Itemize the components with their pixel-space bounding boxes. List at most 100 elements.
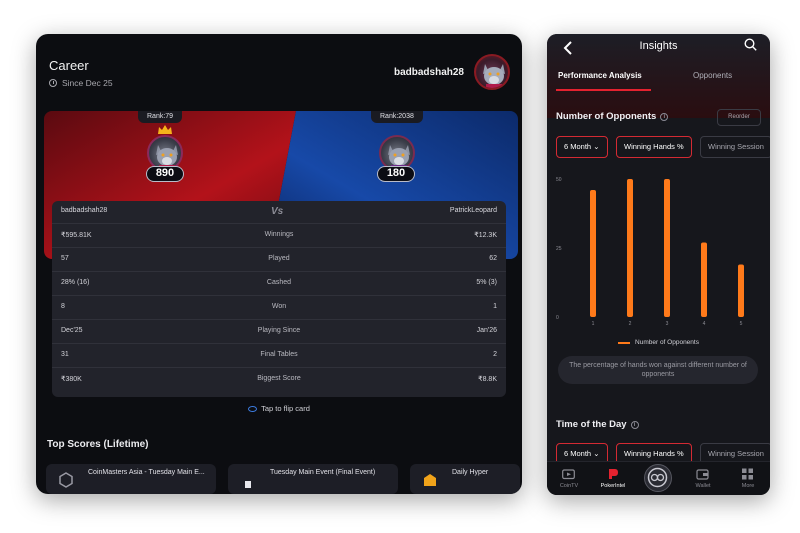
top-score-card[interactable]: Tuesday Main Event (Final Event) bbox=[228, 464, 398, 494]
tab-opponents[interactable]: Opponents bbox=[693, 71, 732, 80]
stat-label: Playing Since bbox=[257, 327, 301, 334]
top-score-card[interactable]: Daily Hyper bbox=[410, 464, 520, 494]
flip-label: Tap to flip card bbox=[261, 404, 310, 413]
career-panel: Career Since Dec 25 badbadshah28 Rank:79… bbox=[36, 34, 522, 494]
chevron-down-icon: ⌄ bbox=[593, 142, 600, 151]
stat-right-value: 5% (3) bbox=[476, 279, 497, 286]
page-title: Career bbox=[49, 58, 89, 73]
filter-winning-hands[interactable]: Winning Hands % bbox=[616, 136, 692, 158]
stat-right-value: 62 bbox=[489, 255, 497, 262]
top-score-title: Daily Hyper bbox=[452, 469, 489, 476]
filter-label: Winning Hands % bbox=[624, 142, 684, 151]
table-row: 8 Won 1 bbox=[52, 295, 506, 319]
filter-winning-session[interactable]: Winning Session bbox=[700, 136, 770, 158]
score-right: 180 bbox=[377, 166, 415, 182]
vs-mark: Vs bbox=[271, 206, 284, 217]
stats-table: badbadshah28 Vs PatrickLeopard ₹595.81K … bbox=[52, 201, 506, 397]
wolf-avatar-icon bbox=[483, 64, 505, 88]
x-tick-label: 3 bbox=[666, 321, 669, 327]
nav-label: More bbox=[741, 483, 755, 489]
legend-swatch bbox=[618, 341, 631, 344]
stat-label: Cashed bbox=[266, 279, 292, 286]
chart-bar bbox=[664, 179, 670, 317]
bar-chart: 50 25 0 1 2 3 4 5 bbox=[556, 177, 744, 327]
gold-badge-icon bbox=[424, 474, 436, 486]
stats-header: badbadshah28 Vs PatrickLeopard bbox=[52, 201, 506, 223]
filter-label: Winning Hands % bbox=[624, 449, 684, 458]
tab-performance-analysis[interactable]: Performance Analysis bbox=[558, 71, 642, 80]
period-label: 6 Month bbox=[564, 142, 592, 151]
section-title-top-scores: Top Scores (Lifetime) bbox=[47, 439, 149, 450]
page-title: Insights bbox=[639, 40, 678, 52]
stat-right-value: ₹12.3K bbox=[474, 232, 497, 239]
stat-right-value: 1 bbox=[493, 303, 497, 310]
reorder-label: Reorder bbox=[728, 114, 750, 120]
reorder-button[interactable]: Reorder bbox=[717, 109, 761, 126]
bottom-nav: CoinTV PokerIntel Wallet More bbox=[547, 461, 770, 495]
y-tick-label: 25 bbox=[556, 246, 562, 252]
active-tab-indicator bbox=[556, 89, 651, 91]
grid-icon bbox=[742, 468, 753, 480]
flip-card-button[interactable]: Tap to flip card bbox=[36, 404, 522, 413]
pokerintel-icon bbox=[609, 469, 618, 479]
nav-item-more[interactable]: More bbox=[726, 462, 770, 495]
stat-right-value: 2 bbox=[493, 351, 497, 358]
legend-label: Number of Opponents bbox=[635, 339, 699, 346]
section-title-text: Number of Opponents bbox=[556, 111, 657, 122]
info-icon[interactable]: i bbox=[660, 112, 669, 121]
stat-label: Winnings bbox=[264, 231, 294, 238]
section-title-time-of-day: Time of the Day i bbox=[556, 419, 639, 430]
stat-right-value: Jan'26 bbox=[476, 327, 497, 334]
top-score-title: CoinMasters Asia - Tuesday Main E... bbox=[88, 469, 205, 476]
x-tick-label: 1 bbox=[592, 321, 595, 327]
stat-right-value: ₹8.8K bbox=[478, 376, 497, 383]
period-label: 6 Month bbox=[564, 449, 592, 458]
chevron-down-icon: ⌄ bbox=[593, 449, 600, 458]
stat-label: Won bbox=[271, 303, 287, 310]
player-name-right: PatrickLeopard bbox=[449, 207, 497, 214]
table-row: 31 Final Tables 2 bbox=[52, 343, 506, 367]
table-row: 57 Played 62 bbox=[52, 247, 506, 271]
chart-note: The percentage of hands won against diff… bbox=[558, 356, 758, 384]
career-header: Career Since Dec 25 badbadshah28 bbox=[36, 34, 522, 110]
nav-item-cointv[interactable]: CoinTV bbox=[547, 462, 591, 495]
search-icon[interactable] bbox=[744, 38, 757, 51]
flip-icon bbox=[248, 405, 258, 412]
nav-label: CoinTV bbox=[559, 483, 579, 489]
center-logo-icon bbox=[647, 467, 668, 488]
chart-bar bbox=[627, 179, 633, 317]
rank-badge-left: Rank:79 bbox=[138, 111, 183, 123]
rank-badge-right: Rank:2038 bbox=[371, 111, 423, 123]
tv-icon bbox=[562, 469, 575, 480]
insights-panel: Insights Performance Analysis Opponents … bbox=[547, 34, 770, 495]
y-tick-label: 0 bbox=[556, 315, 559, 321]
filter-label: Winning Session bbox=[708, 142, 764, 151]
nav-label: Wallet bbox=[695, 483, 711, 489]
nav-item-pokerintel[interactable]: PokerIntel bbox=[591, 462, 635, 495]
center-logo-button[interactable] bbox=[644, 464, 672, 492]
filter-label: Winning Session bbox=[708, 449, 764, 458]
y-tick-label: 50 bbox=[556, 177, 562, 183]
stat-label: Final Tables bbox=[260, 351, 298, 358]
chart-bar bbox=[590, 190, 596, 317]
nav-item-wallet[interactable]: Wallet bbox=[681, 462, 725, 495]
table-row: 28% (16) Cashed 5% (3) bbox=[52, 271, 506, 295]
table-row: Dec'25 Playing Since Jan'26 bbox=[52, 319, 506, 343]
chart-bar bbox=[738, 264, 744, 317]
since-row: Since Dec 25 bbox=[49, 78, 113, 88]
clock-icon bbox=[49, 79, 57, 87]
chart-legend: Number of Opponents bbox=[547, 339, 770, 346]
x-tick-label: 4 bbox=[703, 321, 706, 327]
score-left: 890 bbox=[146, 166, 184, 182]
section-title-text: Time of the Day bbox=[556, 419, 627, 430]
since-text: Since Dec 25 bbox=[62, 78, 113, 88]
nav-label: PokerIntel bbox=[600, 483, 626, 489]
period-dropdown[interactable]: 6 Month ⌄ bbox=[556, 136, 608, 158]
top-score-card[interactable]: CoinMasters Asia - Tuesday Main E... bbox=[46, 464, 216, 494]
badge-icon bbox=[245, 481, 251, 488]
info-icon[interactable]: i bbox=[630, 420, 639, 429]
avatar[interactable] bbox=[474, 54, 510, 90]
opponents-chart: 50 25 0 1 2 3 4 5 bbox=[556, 167, 761, 327]
header-username: badbadshah28 bbox=[393, 67, 464, 78]
stage: Career Since Dec 25 badbadshah28 Rank:79… bbox=[0, 0, 800, 533]
